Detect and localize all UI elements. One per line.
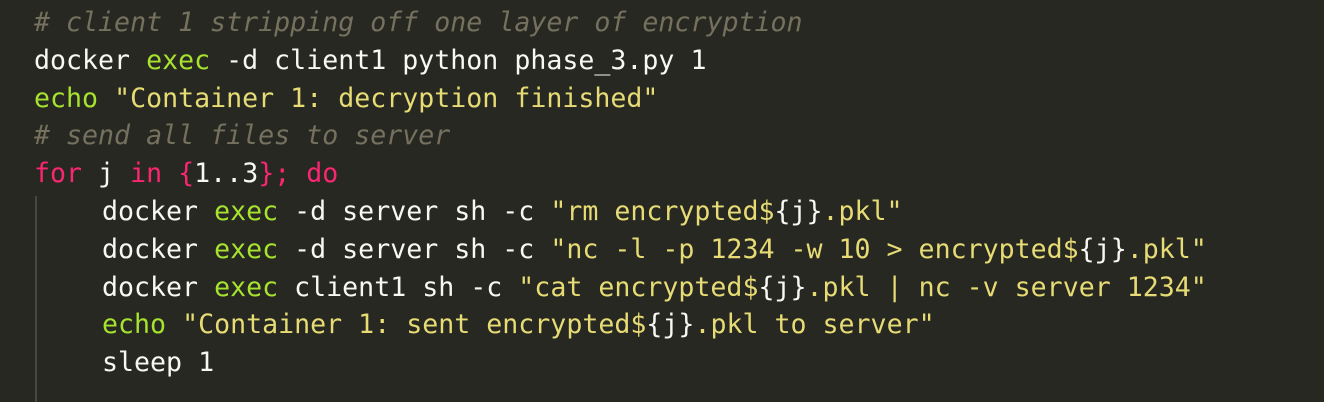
code-token-plain: {j} <box>774 195 823 227</box>
code-token-plain: {j} <box>758 271 807 303</box>
code-line[interactable]: docker exec -d server sh -c "nc -l -p 12… <box>0 231 1324 269</box>
code-token-comment: # client 1 stripping off one layer of en… <box>34 7 803 38</box>
code-token-plain: docker <box>102 233 215 265</box>
code-token-plain: client1 sh -c <box>278 271 519 303</box>
code-token-plain: {j} <box>1078 233 1127 265</box>
code-token-builtin: exec <box>146 44 211 76</box>
code-line[interactable]: # send all files to server <box>0 117 1324 155</box>
code-token-builtin: echo <box>34 82 99 114</box>
code-token-plain: 1..3 <box>194 158 259 190</box>
code-token-plain: sleep 1 <box>102 347 215 379</box>
code-block[interactable]: # client 1 stripping off one layer of en… <box>0 4 1324 382</box>
code-token-plain: {j} <box>646 309 695 341</box>
code-token-string: .pkl to server" <box>694 309 935 341</box>
code-line[interactable]: docker exec -d server sh -c "rm encrypte… <box>0 193 1324 231</box>
code-line[interactable]: docker exec -d client1 python phase_3.py… <box>0 42 1324 80</box>
code-token-string: "cat encrypted$ <box>518 271 759 303</box>
code-line[interactable]: sleep 1 <box>0 344 1324 382</box>
code-line[interactable]: echo "Container 1: decryption finished" <box>0 80 1324 118</box>
code-token-plain: docker <box>102 195 215 227</box>
code-line[interactable]: echo "Container 1: sent encrypted${j}.pk… <box>0 306 1324 344</box>
code-token-plain: -d client1 python phase_3.py 1 <box>210 44 707 76</box>
code-token-plain: -d server sh -c <box>278 233 551 265</box>
code-token-plain: -d server sh -c <box>278 195 551 227</box>
code-token-comment: # send all files to server <box>34 120 451 152</box>
code-token-plain: j <box>82 158 131 190</box>
code-line[interactable]: for j in {1..3}; do <box>0 155 1324 193</box>
code-token-builtin: echo <box>102 309 167 341</box>
code-token-builtin: exec <box>214 195 279 227</box>
code-line[interactable]: # client 1 stripping off one layer of en… <box>0 4 1324 42</box>
code-token-string: .pkl" <box>1126 233 1207 265</box>
code-token-keyword: ; <box>274 158 307 190</box>
code-token-string: "rm encrypted$ <box>550 195 775 227</box>
code-token-keyword: for <box>34 158 83 190</box>
code-token-plain: docker <box>102 271 215 303</box>
code-token-string: "Container 1: decryption finished" <box>114 82 659 114</box>
code-token-plain: docker <box>34 44 147 76</box>
code-token-keyword: do <box>306 158 339 190</box>
code-token-builtin: exec <box>214 233 279 265</box>
code-token-string: .pkl" <box>822 195 903 227</box>
code-token-keyword: { <box>178 158 195 190</box>
code-token-string: "nc -l -p 1234 -w 10 > encrypted$ <box>550 233 1079 265</box>
code-token-keyword: } <box>258 158 275 190</box>
code-token-keyword: in <box>130 158 163 190</box>
code-token-builtin: exec <box>214 271 279 303</box>
code-editor[interactable]: # client 1 stripping off one layer of en… <box>0 0 1324 402</box>
code-token-string: "Container 1: sent encrypted$ <box>182 309 647 341</box>
code-line[interactable]: docker exec client1 sh -c "cat encrypted… <box>0 269 1324 307</box>
code-token-string: .pkl | nc -v server 1234" <box>806 271 1207 303</box>
